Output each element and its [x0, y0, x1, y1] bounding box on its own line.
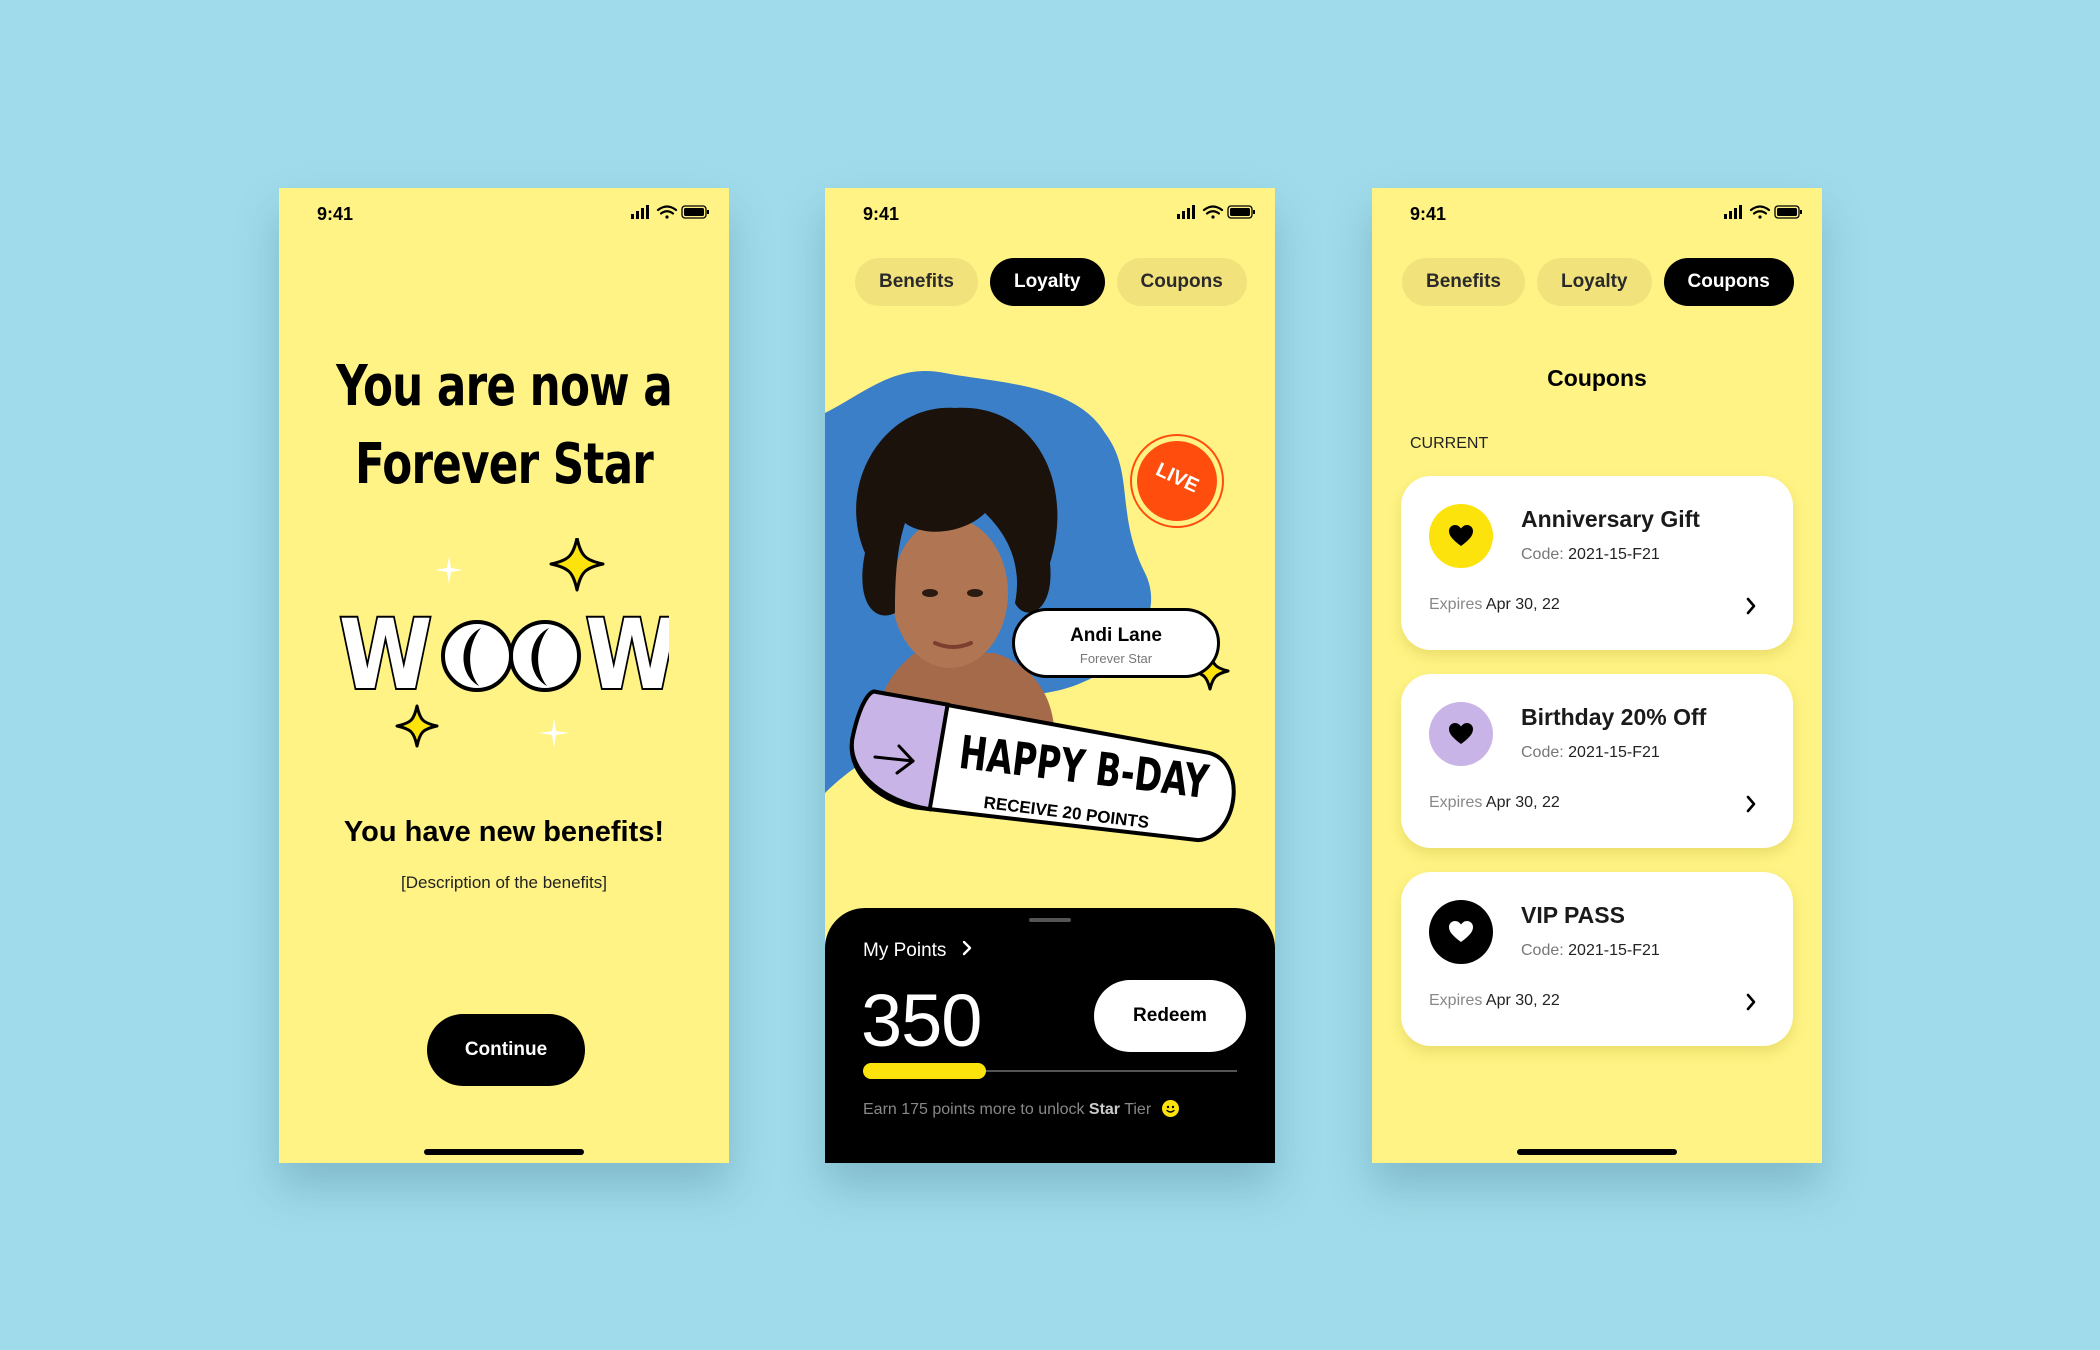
benefits-heading: You have new benefits!: [343, 816, 665, 848]
status-icons: [631, 204, 711, 225]
code-label: Code:: [1521, 744, 1564, 761]
profile-name: Andi Lane: [1070, 625, 1162, 646]
heart-icon: [1449, 525, 1473, 546]
profile-tier: Forever Star: [1079, 651, 1153, 666]
signal-icon: [1177, 205, 1195, 219]
svg-text:W: W: [339, 600, 432, 711]
home-indicator[interactable]: [1517, 1149, 1677, 1155]
coupon-expiry: Expires Apr 30, 22: [1429, 794, 1560, 812]
my-points-link[interactable]: My Points: [863, 940, 972, 962]
code-value: 2021-15-F21: [1568, 744, 1660, 761]
sparkle-icon: [435, 556, 463, 584]
coupon-title: Anniversary Gift: [1521, 506, 1700, 532]
my-points-label: My Points: [863, 940, 947, 961]
page-title: Coupons: [1547, 365, 1647, 391]
coupon-title: Birthday 20% Off: [1521, 704, 1707, 730]
smile-icon: [1161, 1100, 1179, 1117]
coupons-screen: 9:41 Benefits Loyalty Coupons Coupons CU…: [1372, 188, 1822, 1163]
status-time: 9:41: [1410, 204, 1447, 224]
signal-icon: [1724, 205, 1742, 219]
earn-message: Earn 175 points more to unlock Star Tier: [863, 1100, 1179, 1119]
chevron-right-icon[interactable]: [1745, 794, 1757, 814]
tab-bar: Benefits Loyalty Coupons: [855, 258, 1247, 306]
coupon-code: Code: 2021-15-F21: [1521, 942, 1660, 960]
earn-prefix: Earn 175 points more to unlock: [863, 1101, 1089, 1118]
home-indicator[interactable]: [424, 1149, 584, 1155]
coupon-card[interactable]: VIP PASS Code: 2021-15-F21 Expires Apr 3…: [1401, 872, 1793, 1046]
drag-handle[interactable]: [1029, 918, 1071, 922]
earn-suffix: Tier: [1120, 1101, 1152, 1118]
loyalty-screen: 9:41 Benefits Loyalty Coupons LIVE Andi …: [825, 188, 1275, 1163]
code-value: 2021-15-F21: [1568, 546, 1660, 563]
status-bar: 9:41: [825, 188, 1275, 238]
code-label: Code:: [1521, 942, 1564, 959]
profile-card[interactable]: Andi Lane Forever Star: [1012, 608, 1220, 678]
coupon-expiry: Expires Apr 30, 22: [1429, 992, 1560, 1010]
coupon-card[interactable]: Birthday 20% Off Code: 2021-15-F21 Expir…: [1401, 674, 1793, 848]
points-panel: My Points 350 Redeem Earn 175 points mor…: [825, 908, 1275, 1163]
status-icons: [1177, 204, 1257, 225]
tab-coupons[interactable]: Coupons: [1116, 258, 1247, 306]
woow-illustration: W W: [339, 538, 669, 748]
coupon-icon-badge: [1429, 504, 1493, 568]
tab-loyalty[interactable]: Loyalty: [989, 258, 1105, 306]
expires-value: Apr 30, 22: [1485, 992, 1560, 1009]
chevron-right-icon: [962, 940, 971, 956]
coupon-icon-badge: [1429, 702, 1493, 766]
coupon-expiry: Expires Apr 30, 22: [1429, 596, 1560, 614]
heart-icon: [1449, 723, 1473, 744]
coupon-title: VIP PASS: [1521, 902, 1625, 928]
coupon-code: Code: 2021-15-F21: [1521, 744, 1660, 762]
signal-icon: [631, 205, 649, 219]
earn-tier: Star: [1088, 1101, 1121, 1118]
expires-value: Apr 30, 22: [1485, 794, 1560, 811]
chevron-right-icon[interactable]: [1745, 992, 1757, 1012]
onboarding-screen: 9:41 You are now a Forever Star W W: [279, 188, 729, 1163]
redeem-button[interactable]: Redeem: [1094, 980, 1246, 1052]
heart-icon: [1449, 921, 1473, 942]
coupon-code: Code: 2021-15-F21: [1521, 546, 1660, 564]
status-icons: [1724, 204, 1804, 225]
status-bar: 9:41: [279, 188, 729, 238]
wifi-icon: [1749, 205, 1771, 219]
sparkle-icon: [549, 538, 605, 592]
expires-label: Expires: [1429, 596, 1483, 613]
benefits-description: [Description of the benefits]: [400, 873, 607, 892]
expires-value: Apr 30, 22: [1485, 596, 1560, 613]
onboarding-headline: You are now a Forever Star: [329, 348, 680, 504]
battery-icon: [681, 205, 709, 219]
points-value: 350: [861, 979, 982, 1062]
coupon-icon-badge: [1429, 900, 1493, 964]
expires-label: Expires: [1429, 794, 1483, 811]
svg-text:W: W: [585, 600, 669, 711]
tab-bar: Benefits Loyalty Coupons: [1402, 258, 1794, 306]
section-label: CURRENT: [1410, 435, 1489, 452]
expires-label: Expires: [1429, 992, 1483, 1009]
sparkle-icon: [395, 704, 439, 748]
live-badge: LIVE: [1129, 433, 1225, 529]
headline-line-2: Forever Star: [354, 432, 654, 497]
tab-benefits[interactable]: Benefits: [855, 258, 978, 306]
tab-coupons[interactable]: Coupons: [1663, 258, 1794, 306]
wifi-icon: [656, 205, 678, 219]
battery-icon: [1774, 205, 1802, 219]
status-time: 9:41: [863, 204, 900, 224]
tab-benefits[interactable]: Benefits: [1402, 258, 1525, 306]
progress-fill: [863, 1063, 986, 1079]
woow-letters: W W: [339, 598, 669, 713]
continue-button[interactable]: Continue: [427, 1014, 585, 1086]
battery-icon: [1227, 205, 1255, 219]
sparkle-icon: [539, 718, 569, 748]
code-value: 2021-15-F21: [1568, 942, 1660, 959]
chevron-right-icon[interactable]: [1745, 596, 1757, 616]
code-label: Code:: [1521, 546, 1564, 563]
tab-loyalty[interactable]: Loyalty: [1536, 258, 1652, 306]
status-bar: 9:41: [1372, 188, 1822, 238]
coupon-card[interactable]: Anniversary Gift Code: 2021-15-F21 Expir…: [1401, 476, 1793, 650]
headline-line-1: You are now a: [336, 354, 673, 419]
wifi-icon: [1202, 205, 1224, 219]
status-time: 9:41: [317, 204, 354, 224]
